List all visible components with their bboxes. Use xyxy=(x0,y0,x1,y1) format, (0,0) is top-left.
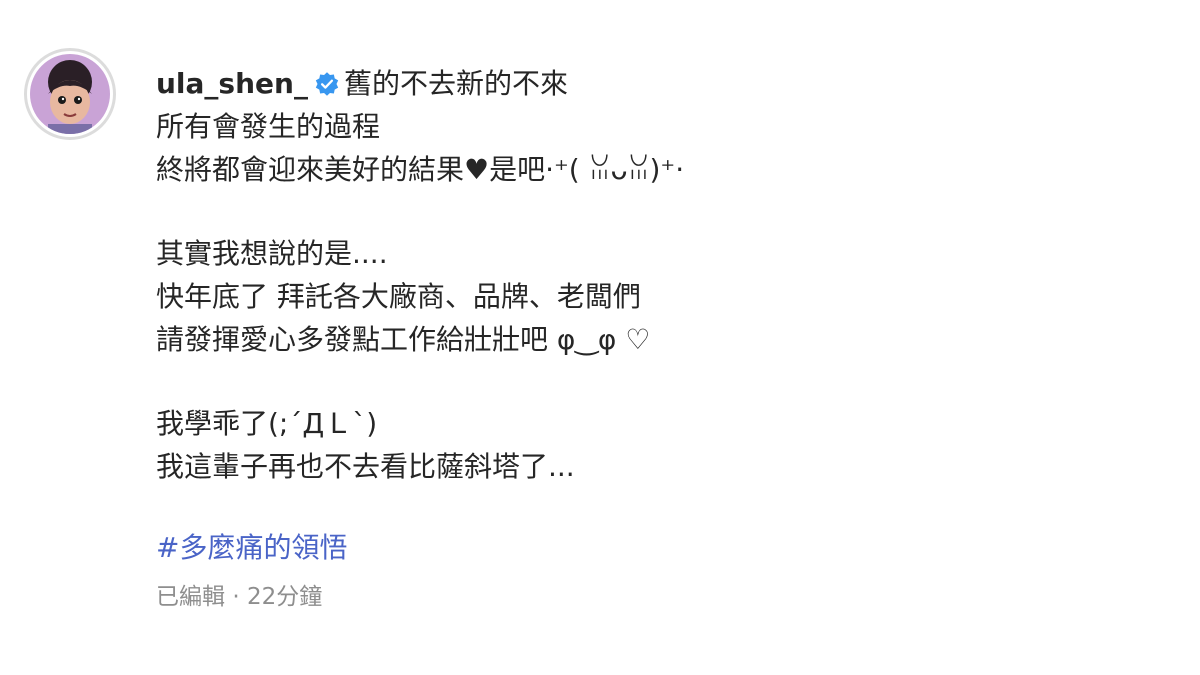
caption-line: 所有會發生的過程 xyxy=(156,110,381,143)
caption-first-line: ula_shen_ 舊的不去新的不來 xyxy=(156,62,684,105)
verified-badge-icon xyxy=(315,72,339,96)
caption-line: 我學乖了(;´ДＬ`) xyxy=(156,407,378,440)
caption-line: 我這輩子再也不去看比薩斜塔了... xyxy=(156,450,575,483)
caption-line: 終將都會迎來美好的結果♥是吧·⁺( ꈍᴗꈍ)⁺· xyxy=(156,153,685,186)
timestamp[interactable]: 22分鐘 xyxy=(247,584,322,610)
caption-line: 請發揮愛心多發點工作給壯壯吧 φ‿φ ♡ xyxy=(156,323,651,356)
hashtag-link[interactable]: #多麼痛的領悟 xyxy=(156,531,347,564)
avatar[interactable] xyxy=(24,48,116,140)
username-link[interactable]: ula_shen_ xyxy=(156,67,308,100)
caption-line: 快年底了 拜託各大廠商、品牌、老闆們 xyxy=(156,280,641,313)
post-meta: 已編輯 · 22分鐘 xyxy=(156,579,684,615)
caption-line: 舊的不去新的不來 xyxy=(343,67,568,100)
post-caption: ula_shen_ 舊的不去新的不來 所有會發生的過程 終將都會迎來美好的結果♥… xyxy=(24,48,1174,615)
caption-body: ula_shen_ 舊的不去新的不來 所有會發生的過程 終將都會迎來美好的結果♥… xyxy=(156,62,684,615)
edited-label: 已編輯 xyxy=(156,584,225,610)
avatar-image xyxy=(30,54,110,134)
meta-separator: · xyxy=(232,584,240,610)
hashtag-line: #多麼痛的領悟 xyxy=(156,526,684,569)
caption-line: 其實我想說的是.... xyxy=(156,237,388,270)
